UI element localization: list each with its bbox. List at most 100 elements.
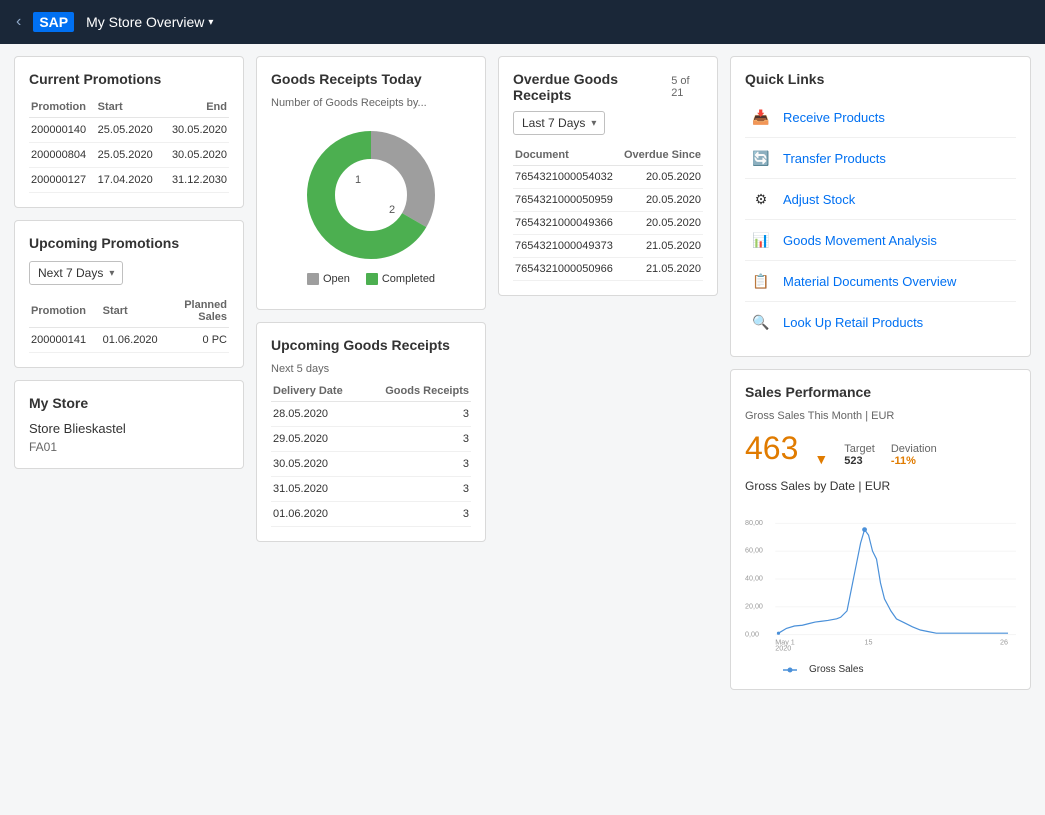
delivery-date: 29.05.2020 <box>271 427 362 452</box>
sales-down-icon: ▼ <box>814 451 828 467</box>
col-planned-sales: PlannedSales <box>172 295 229 328</box>
sales-value: 463 <box>745 430 798 467</box>
quick-link-label: Adjust Stock <box>783 192 855 207</box>
quick-link-icon: 📥 <box>749 105 773 129</box>
current-promotions-title: Current Promotions <box>29 71 229 87</box>
chart-area-title: Gross Sales by Date | EUR <box>745 479 1016 493</box>
back-button[interactable]: ‹ <box>16 13 21 31</box>
sales-performance-card: Sales Performance Gross Sales This Month… <box>730 369 1031 690</box>
overdue-dropdown-arrow: ▾ <box>591 118 596 129</box>
document-id: 7654321000049366 <box>513 212 619 235</box>
overdue-dropdown[interactable]: Last 7 Days ▾ <box>513 111 605 135</box>
delivery-date: 01.06.2020 <box>271 502 362 527</box>
gr-count: 3 <box>362 402 471 427</box>
table-row: 7654321000054032 20.05.2020 <box>513 166 703 189</box>
delivery-table: Delivery Date Goods Receipts 28.05.2020 … <box>271 381 471 527</box>
deviation-stat: Deviation -11% <box>891 443 937 467</box>
upcoming-goods-receipts-card: Upcoming Goods Receipts Next 5 days Deli… <box>256 322 486 542</box>
table-row: 7654321000049366 20.05.2020 <box>513 212 703 235</box>
table-row: 200000140 25.05.2020 30.05.2020 <box>29 118 229 143</box>
upcoming-gr-title: Upcoming Goods Receipts <box>271 337 471 353</box>
chart-legend-label: Gross Sales <box>809 664 863 675</box>
svg-text:26: 26 <box>1000 638 1008 646</box>
quick-link-item[interactable]: 🔄 Transfer Products <box>745 138 1016 179</box>
header: ‹ SAP My Store Overview ▾ <box>0 0 1045 44</box>
col-upcoming-promotion: Promotion <box>29 295 101 328</box>
overdue-card: Overdue Goods Receipts 5 of 21 Last 7 Da… <box>498 56 718 296</box>
end-date: 30.05.2020 <box>162 118 229 143</box>
svg-text:80,00: 80,00 <box>745 519 763 527</box>
column-3: Overdue Goods Receipts 5 of 21 Last 7 Da… <box>498 56 718 690</box>
sap-logo: SAP <box>33 12 74 32</box>
col-promotion: Promotion <box>29 97 96 118</box>
table-row: 200000804 25.05.2020 30.05.2020 <box>29 143 229 168</box>
col-goods-receipts: Goods Receipts <box>362 381 471 402</box>
overdue-since: 20.05.2020 <box>619 166 703 189</box>
overdue-table: Document Overdue Since 7654321000054032 … <box>513 145 703 281</box>
start-date: 01.06.2020 <box>101 328 173 353</box>
document-id: 7654321000049373 <box>513 235 619 258</box>
target-label: Target <box>844 443 875 455</box>
legend-open-label: Open <box>323 273 350 285</box>
quick-link-item[interactable]: 📊 Goods Movement Analysis <box>745 220 1016 261</box>
store-name: Store Blieskastel <box>29 421 229 436</box>
deviation-value: -11% <box>891 455 937 467</box>
promotion-id: 200000127 <box>29 168 96 193</box>
sales-subtitle: Gross Sales This Month | EUR <box>745 410 1016 422</box>
dropdown-arrow-icon: ▾ <box>109 268 114 279</box>
col-upcoming-start: Start <box>101 295 173 328</box>
document-id: 7654321000050959 <box>513 189 619 212</box>
goods-receipts-subtitle: Number of Goods Receipts by... <box>271 97 471 109</box>
quick-link-label: Look Up Retail Products <box>783 315 923 330</box>
table-row: 7654321000050966 21.05.2020 <box>513 258 703 281</box>
promotion-id: 200000140 <box>29 118 96 143</box>
open-color-dot <box>307 273 319 285</box>
donut-chart: 1 2 <box>301 125 441 265</box>
legend-completed: Completed <box>366 273 435 285</box>
overdue-header: Overdue Goods Receipts 5 of 21 <box>513 71 703 103</box>
column-4: Quick Links 📥 Receive Products 🔄 Transfe… <box>730 56 1031 690</box>
quick-link-item[interactable]: 📋 Material Documents Overview <box>745 261 1016 302</box>
quick-links-title: Quick Links <box>745 71 1016 87</box>
sales-title: Sales Performance <box>745 384 1016 400</box>
document-id: 7654321000050966 <box>513 258 619 281</box>
quick-link-icon: 📊 <box>749 228 773 252</box>
chart-legend: Gross Sales <box>745 664 1016 675</box>
svg-text:0,00: 0,00 <box>745 630 759 638</box>
sales-stats: Target 523 Deviation -11% <box>844 443 936 467</box>
target-value: 523 <box>844 455 875 467</box>
table-row: 28.05.2020 3 <box>271 402 471 427</box>
overdue-since: 20.05.2020 <box>619 189 703 212</box>
end-date: 31.12.2030 <box>162 168 229 193</box>
quick-link-icon: 🔄 <box>749 146 773 170</box>
quick-link-icon: ⚙ <box>749 187 773 211</box>
planned-sales: 0 PC <box>172 328 229 353</box>
goods-receipts-today-card: Goods Receipts Today Number of Goods Rec… <box>256 56 486 310</box>
upcoming-promotions-dropdown[interactable]: Next 7 Days ▾ <box>29 261 123 285</box>
quick-link-icon: 🔍 <box>749 310 773 334</box>
overdue-dropdown-label: Last 7 Days <box>522 116 585 130</box>
donut-legend: Open Completed <box>307 273 435 285</box>
header-dropdown-arrow[interactable]: ▾ <box>208 17 213 28</box>
end-date: 30.05.2020 <box>162 143 229 168</box>
start-date: 25.05.2020 <box>96 143 163 168</box>
column-2: Goods Receipts Today Number of Goods Rec… <box>256 56 486 690</box>
quick-link-label: Goods Movement Analysis <box>783 233 937 248</box>
col-end: End <box>162 97 229 118</box>
quick-link-icon: 📋 <box>749 269 773 293</box>
quick-link-item[interactable]: ⚙ Adjust Stock <box>745 179 1016 220</box>
table-row: 200000127 17.04.2020 31.12.2030 <box>29 168 229 193</box>
svg-text:2: 2 <box>389 204 395 216</box>
promotion-id: 200000141 <box>29 328 101 353</box>
gr-count: 3 <box>362 452 471 477</box>
quick-link-item[interactable]: 📥 Receive Products <box>745 97 1016 138</box>
sales-main-row: 463 ▼ Target 523 Deviation -11% <box>745 430 1016 467</box>
table-row: 31.05.2020 3 <box>271 477 471 502</box>
table-row: 200000141 01.06.2020 0 PC <box>29 328 229 353</box>
start-date: 17.04.2020 <box>96 168 163 193</box>
col-document: Document <box>513 145 619 166</box>
svg-text:20,00: 20,00 <box>745 602 763 610</box>
delivery-date: 28.05.2020 <box>271 402 362 427</box>
quick-link-item[interactable]: 🔍 Look Up Retail Products <box>745 302 1016 342</box>
start-date: 25.05.2020 <box>96 118 163 143</box>
